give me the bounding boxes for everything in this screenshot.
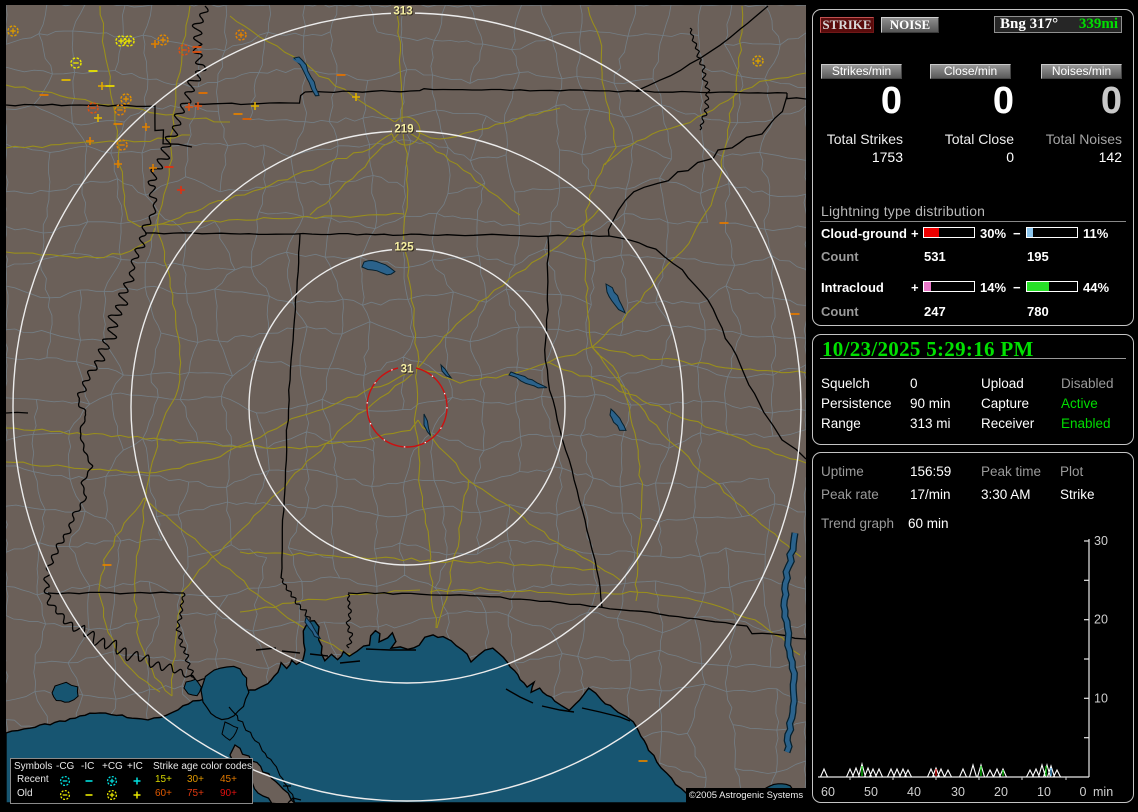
- svg-text:30: 30: [951, 785, 965, 799]
- svg-text:20: 20: [994, 785, 1008, 799]
- svg-text:10: 10: [1037, 785, 1051, 799]
- svg-text:20: 20: [1094, 613, 1108, 627]
- svg-text:0: 0: [1080, 785, 1087, 799]
- svg-text:30: 30: [1094, 534, 1108, 548]
- svg-text:50: 50: [864, 785, 878, 799]
- svg-text:10: 10: [1094, 691, 1108, 705]
- svg-text:60: 60: [821, 785, 835, 799]
- svg-text:min: min: [1093, 785, 1113, 799]
- svg-text:40: 40: [907, 785, 921, 799]
